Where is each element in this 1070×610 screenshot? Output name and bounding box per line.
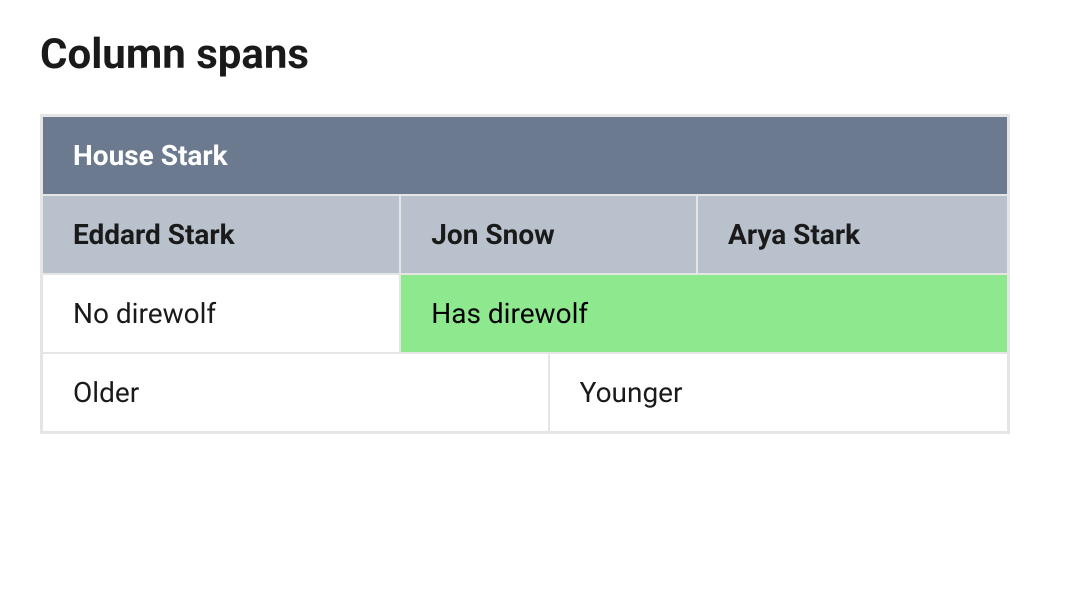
table-cell-older: Older: [42, 353, 549, 433]
page-title: Column spans: [40, 30, 1030, 79]
table-header-sub-2: Jon Snow: [400, 195, 697, 274]
table-row: Older Younger: [42, 353, 1009, 433]
table-header-sub-1: Eddard Stark: [42, 195, 401, 274]
table-header-top: House Stark: [42, 116, 1009, 196]
table-header-row-top: House Stark: [42, 116, 1009, 196]
table-header-sub-3: Arya Stark: [697, 195, 1008, 274]
table-cell-younger: Younger: [549, 353, 1009, 433]
table-header-row-sub: Eddard Stark Jon Snow Arya Stark: [42, 195, 1009, 274]
table-row: No direwolf Has direwolf: [42, 274, 1009, 353]
table-cell-no-direwolf: No direwolf: [42, 274, 401, 353]
column-spans-table: House Stark Eddard Stark Jon Snow Arya S…: [40, 114, 1010, 434]
table-cell-has-direwolf: Has direwolf: [400, 274, 1008, 353]
